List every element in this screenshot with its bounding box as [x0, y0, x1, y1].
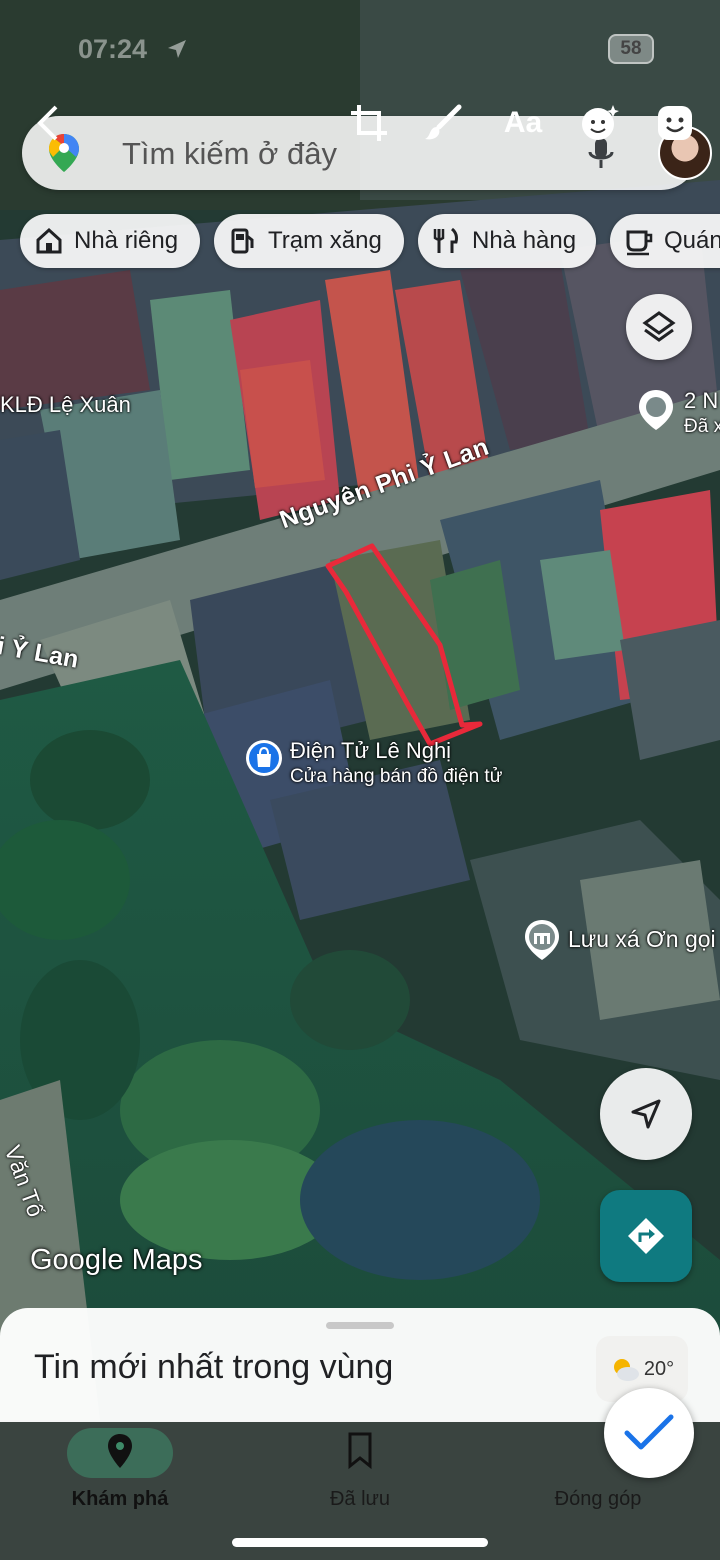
gas-station-icon [231, 228, 254, 254]
cafe-icon [626, 230, 653, 256]
poi-electronics-shop[interactable]: Điện Tử Lê Nghị Cửa hàng bán đồ điện tử [244, 738, 502, 790]
nav-label: Đóng góp [554, 1488, 642, 1510]
chip-gas-station[interactable]: Trạm xăng [214, 214, 404, 268]
sticker-icon[interactable] [576, 100, 622, 146]
temple-pin-icon [525, 920, 559, 960]
battery-indicator: 58 [608, 34, 654, 64]
shop-category: Cửa hàng bán đồ điện tử [290, 766, 503, 787]
navigation-arrow-icon [631, 1099, 661, 1129]
chip-label: Nhà riêng [74, 227, 179, 254]
brush-icon[interactable] [420, 100, 466, 146]
layers-icon [642, 311, 676, 342]
shopping-bag-pin-icon [246, 740, 282, 776]
chip-label: Quán [664, 227, 720, 254]
sheet-drag-handle[interactable] [326, 1322, 394, 1329]
sheet-title: Tin mới nhất trong vùng [34, 1348, 394, 1386]
emoji-sticker-icon[interactable] [652, 100, 698, 146]
map-layers-button[interactable] [626, 294, 692, 360]
location-arrow-icon [168, 40, 186, 58]
status-time: 07:24 [78, 34, 148, 64]
poi-right-name: 2 N [684, 388, 719, 413]
category-chips: Nhà riêng Trạm xăng Nhà hàng Quán [20, 214, 720, 268]
chip-cafe[interactable]: Quán [610, 214, 720, 268]
temple-name: Lưu xá Ơn gọi [568, 926, 716, 952]
status-bar: 07:24 58 [0, 30, 720, 70]
home-icon [36, 227, 62, 254]
bookmark-icon [307, 1428, 413, 1478]
checkmark-icon [624, 1414, 674, 1450]
nav-label: Khám phá [71, 1488, 169, 1510]
map-pin-icon [639, 390, 673, 430]
poi-temple[interactable]: Lưu xá Ơn gọi [522, 918, 716, 962]
chip-label: Trạm xăng [268, 227, 382, 254]
partly-sunny-icon [613, 1359, 639, 1381]
crop-rotate-icon[interactable] [346, 100, 392, 146]
home-indicator [232, 1538, 488, 1547]
directions-button[interactable] [600, 1190, 692, 1282]
poi-right-sub: Đã x [684, 416, 720, 437]
image-editor-toolbar: Aa [0, 100, 720, 150]
text-tool-button[interactable]: Aa [498, 100, 548, 146]
chip-restaurant[interactable]: Nhà hàng [418, 214, 596, 268]
back-arrow-icon[interactable] [26, 100, 72, 146]
confirm-button[interactable] [604, 1388, 694, 1478]
chip-home[interactable]: Nhà riêng [20, 214, 200, 268]
explore-pin-icon [67, 1428, 173, 1478]
directions-icon [628, 1218, 664, 1254]
nav-label: Đã lưu [329, 1488, 391, 1510]
nav-saved[interactable]: Đã lưu [270, 1422, 450, 1522]
weather-temp: 20° [643, 1357, 675, 1380]
chip-label: Nhà hàng [472, 227, 577, 254]
poi-right[interactable]: 2 N Đã x [636, 388, 720, 440]
map-label-kld[interactable]: KLĐ Lệ Xuân [0, 392, 131, 418]
nav-explore[interactable]: Khám phá [30, 1422, 210, 1522]
shop-name: Điện Tử Lê Nghị [290, 738, 452, 763]
my-location-button[interactable] [600, 1068, 692, 1160]
restaurant-icon [433, 227, 458, 253]
google-maps-watermark: Google Maps [30, 1244, 203, 1276]
